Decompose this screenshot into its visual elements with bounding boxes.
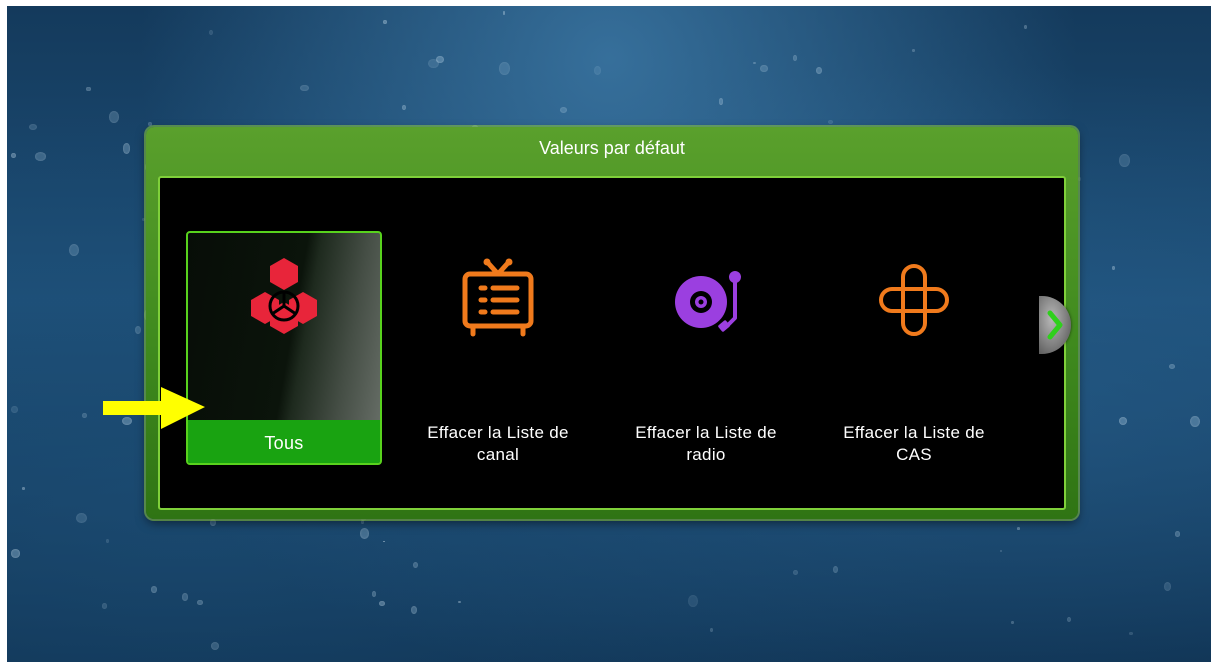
raindrop xyxy=(410,606,417,614)
raindrop xyxy=(1163,582,1172,592)
raindrop xyxy=(1024,24,1028,29)
raindrop xyxy=(1169,363,1176,369)
raindrop xyxy=(360,528,370,540)
raindrop xyxy=(76,512,87,524)
raindrop xyxy=(1066,617,1071,623)
raindrop xyxy=(718,98,724,105)
raindrop xyxy=(360,520,365,525)
raindrop xyxy=(1011,621,1014,625)
raindrop xyxy=(1078,176,1082,181)
yellow-pointer-arrow-icon xyxy=(103,387,205,429)
raindrop xyxy=(82,412,87,419)
raindrop xyxy=(22,487,26,490)
raindrop xyxy=(210,519,216,527)
raindrop xyxy=(141,217,145,221)
option-label: Effacer la Liste de CAS xyxy=(843,423,985,464)
raindrop xyxy=(710,628,714,633)
raindrop xyxy=(11,152,16,158)
raindrop xyxy=(828,120,834,125)
option-clear-radio-list[interactable]: Effacer la Liste de radio xyxy=(608,231,804,465)
raindrop xyxy=(499,61,510,76)
raindrop xyxy=(1016,527,1021,531)
raindrop xyxy=(379,601,385,607)
raindrop xyxy=(135,326,142,335)
raindrop xyxy=(428,58,439,68)
dialog-title: Valeurs par défaut xyxy=(539,138,685,158)
raindrop xyxy=(208,30,213,36)
cas-key-icon xyxy=(816,231,1012,371)
raindrop xyxy=(108,111,119,123)
tv-list-icon xyxy=(400,231,596,371)
raindrop xyxy=(792,569,798,576)
raindrop xyxy=(502,11,506,15)
raindrop xyxy=(150,585,158,593)
option-clear-channel-list[interactable]: Effacer la Liste de canal xyxy=(400,231,596,465)
raindrop xyxy=(28,123,37,131)
option-label: Effacer la Liste de canal xyxy=(427,423,569,464)
raindrop xyxy=(815,67,822,75)
option-clear-cas-list[interactable]: Effacer la Liste de CAS xyxy=(816,231,1012,465)
option-tous[interactable]: Tous xyxy=(186,231,382,465)
raindrop xyxy=(559,106,567,113)
raindrop xyxy=(458,600,462,604)
raindrop xyxy=(1119,153,1130,168)
raindrop xyxy=(383,19,388,25)
raindrop xyxy=(106,538,110,544)
raindrop xyxy=(792,55,798,62)
raindrop xyxy=(197,599,203,605)
raindrop xyxy=(413,562,419,569)
raindrop xyxy=(688,595,698,608)
raindrop xyxy=(10,548,21,558)
raindrop xyxy=(147,121,153,126)
option-label: Effacer la Liste de radio xyxy=(635,423,777,464)
raindrop xyxy=(210,641,219,650)
raindrop xyxy=(68,244,79,257)
raindrop xyxy=(383,540,386,543)
defaults-dialog: Valeurs par défaut Tous Effacer la Liste… xyxy=(146,127,1078,519)
raindrop xyxy=(11,405,18,413)
raindrop xyxy=(911,49,915,53)
raindrop xyxy=(401,105,406,110)
raindrop xyxy=(122,142,131,154)
raindrop xyxy=(181,592,189,601)
raindrop xyxy=(1118,417,1128,426)
raindrop xyxy=(760,65,768,73)
raindrop xyxy=(34,152,46,162)
hexagons-icon xyxy=(188,233,380,371)
raindrop xyxy=(999,549,1002,553)
raindrop xyxy=(371,591,377,597)
raindrop xyxy=(1129,631,1133,635)
raindrop xyxy=(300,84,309,92)
raindrop xyxy=(1189,415,1201,428)
option-label: Tous xyxy=(264,433,304,453)
raindrop xyxy=(86,86,91,92)
raindrop xyxy=(752,61,757,65)
raindrop xyxy=(102,603,108,609)
dialog-body: Tous Effacer la Liste de canal Effacer l… xyxy=(158,176,1066,510)
raindrop xyxy=(832,565,839,573)
raindrop xyxy=(1112,266,1115,270)
record-player-icon xyxy=(608,231,804,371)
raindrop xyxy=(1174,531,1181,537)
chevron-right-icon xyxy=(1047,310,1063,340)
raindrop xyxy=(594,66,602,75)
